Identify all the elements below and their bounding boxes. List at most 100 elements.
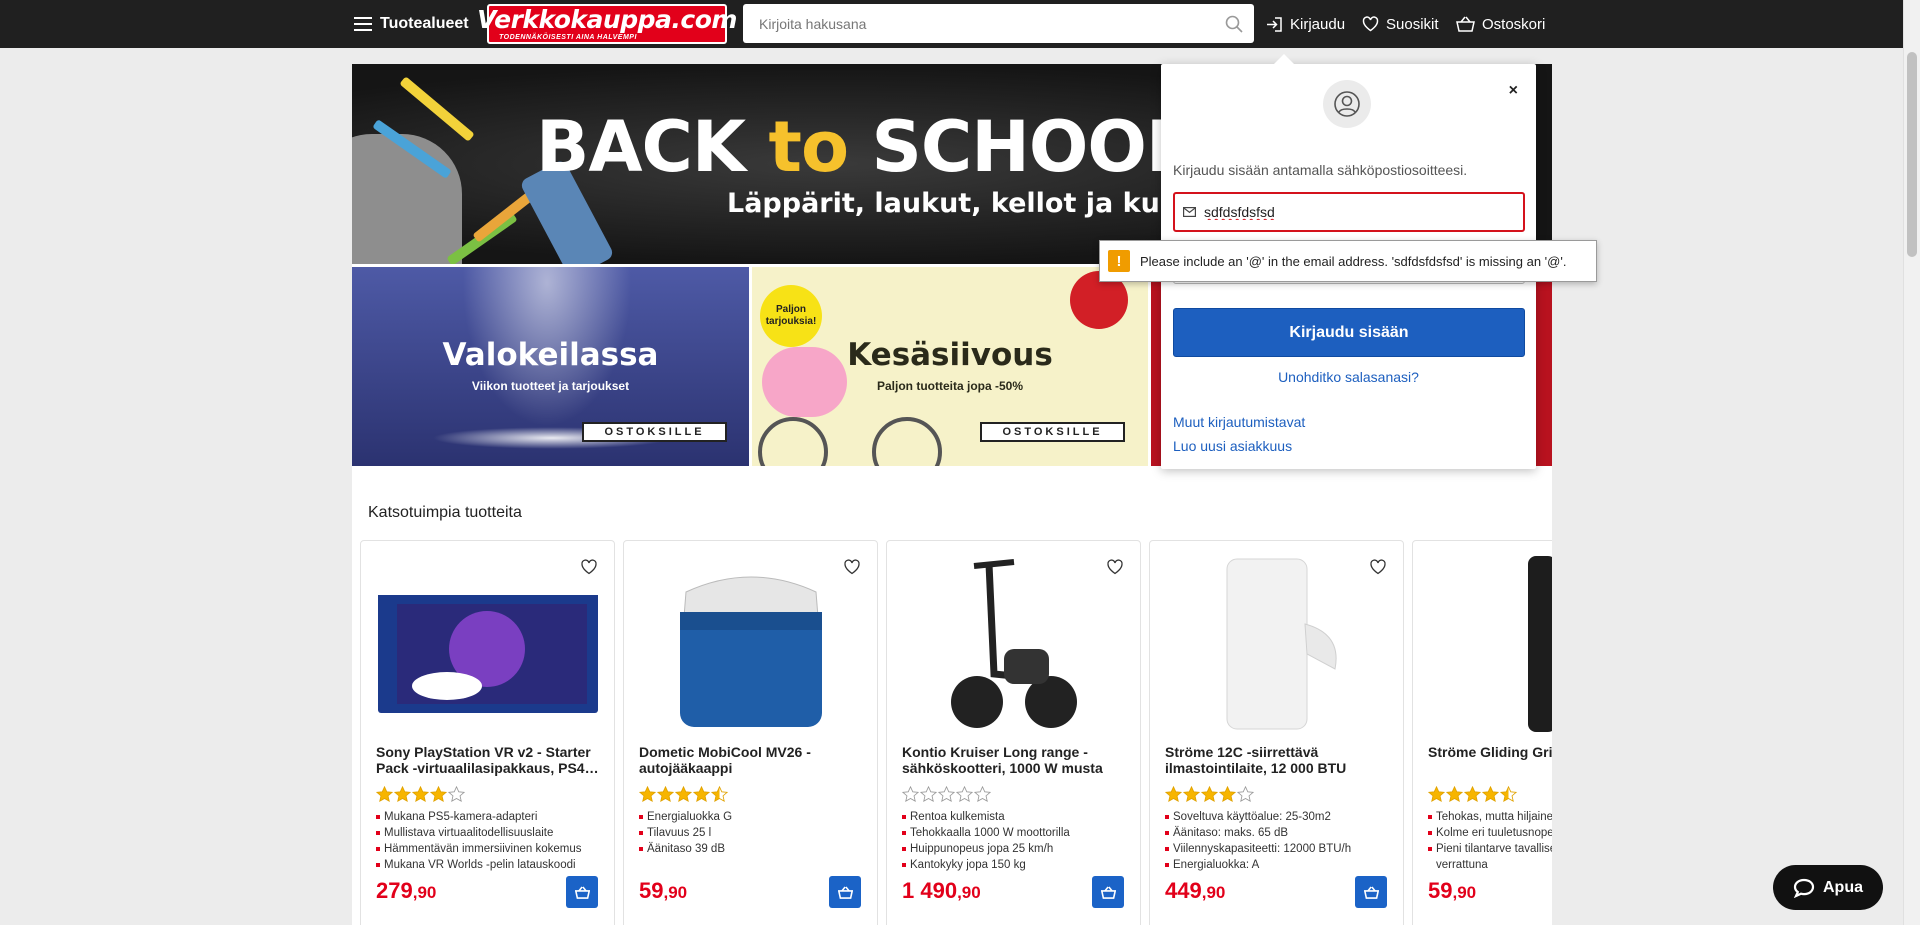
favorite-heart-icon[interactable] xyxy=(1369,559,1387,580)
feature-item: Tehokkaalla 1000 W moottorilla xyxy=(902,825,1070,841)
basket-icon xyxy=(1456,16,1475,32)
star-icon xyxy=(1482,786,1499,802)
star-icon xyxy=(1165,786,1182,802)
email-input[interactable] xyxy=(1204,204,1504,220)
backpack-illustration xyxy=(352,134,462,264)
chat-bubble-icon xyxy=(1793,878,1815,898)
star-icon xyxy=(394,786,411,802)
star-icon xyxy=(657,786,674,802)
warning-icon: ! xyxy=(1108,250,1130,272)
feature-item: Äänitaso 39 dB xyxy=(639,841,732,857)
menu-label: Tuotealueet xyxy=(380,15,469,32)
rating-stars xyxy=(639,786,728,802)
feature-item: Energialuokka G xyxy=(639,809,732,825)
product-image xyxy=(638,559,863,729)
rating-stars xyxy=(1428,786,1517,802)
product-image xyxy=(1164,558,1389,730)
shop-now-button[interactable]: OSTOKSILLE xyxy=(582,422,727,442)
feature-item: Kolme eri tuuletusnopeutta xyxy=(1428,825,1552,841)
product-card[interactable]: Kontio Kruiser Long range - sähköskootte… xyxy=(886,540,1141,925)
search-icon[interactable] xyxy=(1214,15,1254,33)
sign-in-button[interactable]: Kirjaudu sisään xyxy=(1173,308,1525,357)
login-link[interactable]: Kirjaudu xyxy=(1266,0,1345,48)
add-to-cart-button[interactable] xyxy=(1092,876,1124,908)
star-icon xyxy=(1183,786,1200,802)
feature-item: Mukana PS5-kamera-adapteri xyxy=(376,809,581,825)
other-login-methods-link[interactable]: Muut kirjautumistavat xyxy=(1173,414,1305,430)
help-chat-button[interactable]: Apua xyxy=(1773,865,1883,910)
add-to-cart-button[interactable] xyxy=(829,876,861,908)
product-name[interactable]: Ströme 12C -siirrettävä ilmastointilaite… xyxy=(1165,744,1393,776)
create-account-link[interactable]: Luo uusi asiakkuus xyxy=(1173,438,1292,454)
promo-tile-subtitle: Viikon tuotteet ja tarjoukset xyxy=(471,379,630,393)
rating-stars xyxy=(902,786,991,802)
email-field[interactable] xyxy=(1173,192,1525,232)
star-icon xyxy=(430,786,447,802)
star-icon xyxy=(711,786,728,802)
product-price: 449,90 xyxy=(1165,878,1226,903)
search-bar xyxy=(743,4,1254,43)
star-icon xyxy=(1219,786,1236,802)
scrollbar-thumb[interactable] xyxy=(1907,52,1917,257)
favorite-heart-icon[interactable] xyxy=(843,559,861,580)
add-to-cart-button[interactable] xyxy=(566,876,598,908)
product-name[interactable]: Ströme Gliding Grid tornituuletin xyxy=(1428,744,1552,776)
feature-item: Kantokyky jopa 150 kg xyxy=(902,857,1070,873)
star-icon xyxy=(1201,786,1218,802)
search-input[interactable] xyxy=(743,4,1214,43)
star-icon xyxy=(675,786,692,802)
close-icon[interactable]: × xyxy=(1509,82,1518,100)
feature-item: Mullistava virtuaalitodellisuuslaite xyxy=(376,825,581,841)
product-name[interactable]: Sony PlayStation VR v2 - Starter Pack -v… xyxy=(376,744,604,776)
promo-tile-spotlight[interactable]: Valokeilassa Viikon tuotteet ja tarjouks… xyxy=(352,267,749,466)
product-price: 59,90 xyxy=(1428,878,1477,903)
cart-link[interactable]: Ostoskori xyxy=(1456,0,1545,48)
shop-now-button[interactable]: OSTOKSILLE xyxy=(980,422,1125,442)
heart-icon xyxy=(1362,16,1379,32)
star-icon xyxy=(920,786,937,802)
favorites-link[interactable]: Suosikit xyxy=(1362,0,1439,48)
forgot-password-link[interactable]: Unohditko salasanasi? xyxy=(1161,369,1536,385)
feature-item: Tilavuus 25 l xyxy=(639,825,732,841)
product-price: 1 490,90 xyxy=(902,878,981,903)
logo-wordmark: Verkkokauppa.com xyxy=(477,5,737,34)
promo-tile-summer-sale[interactable]: Paljon tarjouksia! Kesäsiivous Paljon tu… xyxy=(752,267,1148,466)
product-image xyxy=(375,559,600,729)
product-name[interactable]: Kontio Kruiser Long range - sähköskootte… xyxy=(902,744,1130,776)
feature-item: Huippunopeus jopa 25 km/h xyxy=(902,841,1070,857)
help-label: Apua xyxy=(1823,878,1863,896)
add-to-cart-button[interactable] xyxy=(1355,876,1387,908)
product-price: 59,90 xyxy=(639,878,688,903)
star-icon xyxy=(376,786,393,802)
feature-list: Soveltuva käyttöalue: 25-30m2 Äänitaso: … xyxy=(1165,809,1351,873)
cart-label: Ostoskori xyxy=(1482,15,1546,33)
top-navigation-bar: Tuotealueet Verkkokauppa.com TODENNÄKÖIS… xyxy=(0,0,1903,48)
validation-message: Please include an '@' in the email addre… xyxy=(1140,253,1567,269)
promo-tile-title: Valokeilassa xyxy=(442,337,659,373)
user-avatar-icon xyxy=(1323,80,1371,128)
product-categories-menu-button[interactable]: Tuotealueet xyxy=(354,0,469,48)
feature-list: Tehokas, mutta hiljainen Kolme eri tuule… xyxy=(1428,809,1552,873)
product-card[interactable]: Ströme 12C -siirrettävä ilmastointilaite… xyxy=(1149,540,1404,925)
login-icon xyxy=(1267,16,1282,32)
product-card[interactable]: Ströme Gliding Grid tornituuletin Tehoka… xyxy=(1412,540,1552,925)
feature-list: Mukana PS5-kamera-adapteri Mullistava vi… xyxy=(376,809,581,873)
product-card[interactable]: Sony PlayStation VR v2 - Starter Pack -v… xyxy=(360,540,615,925)
page-scrollbar[interactable] xyxy=(1903,0,1920,925)
login-instructions: Kirjaudu sisään antamalla sähköpostiosoi… xyxy=(1173,162,1468,178)
star-icon xyxy=(1500,786,1517,802)
star-icon xyxy=(956,786,973,802)
product-card[interactable]: Dometic MobiCool MV26 - autojääkaappi En… xyxy=(623,540,878,925)
promo-tile-subtitle: Paljon tuotteita jopa -50% xyxy=(876,379,1023,393)
product-image xyxy=(1427,556,1552,732)
favorite-heart-icon[interactable] xyxy=(1106,559,1124,580)
product-name[interactable]: Dometic MobiCool MV26 - autojääkaappi xyxy=(639,744,867,776)
feature-item: Hämmentävän immersiivinen kokemus xyxy=(376,841,581,857)
basket-icon xyxy=(574,885,590,899)
site-logo[interactable]: Verkkokauppa.com TODENNÄKÖISESTI AINA HA… xyxy=(477,4,737,44)
envelope-icon xyxy=(1183,207,1196,217)
favorite-heart-icon[interactable] xyxy=(580,559,598,580)
feature-item: Mukana VR Worlds -pelin latauskoodi xyxy=(376,857,581,873)
popover-arrow xyxy=(1273,54,1295,65)
product-image xyxy=(901,559,1126,729)
